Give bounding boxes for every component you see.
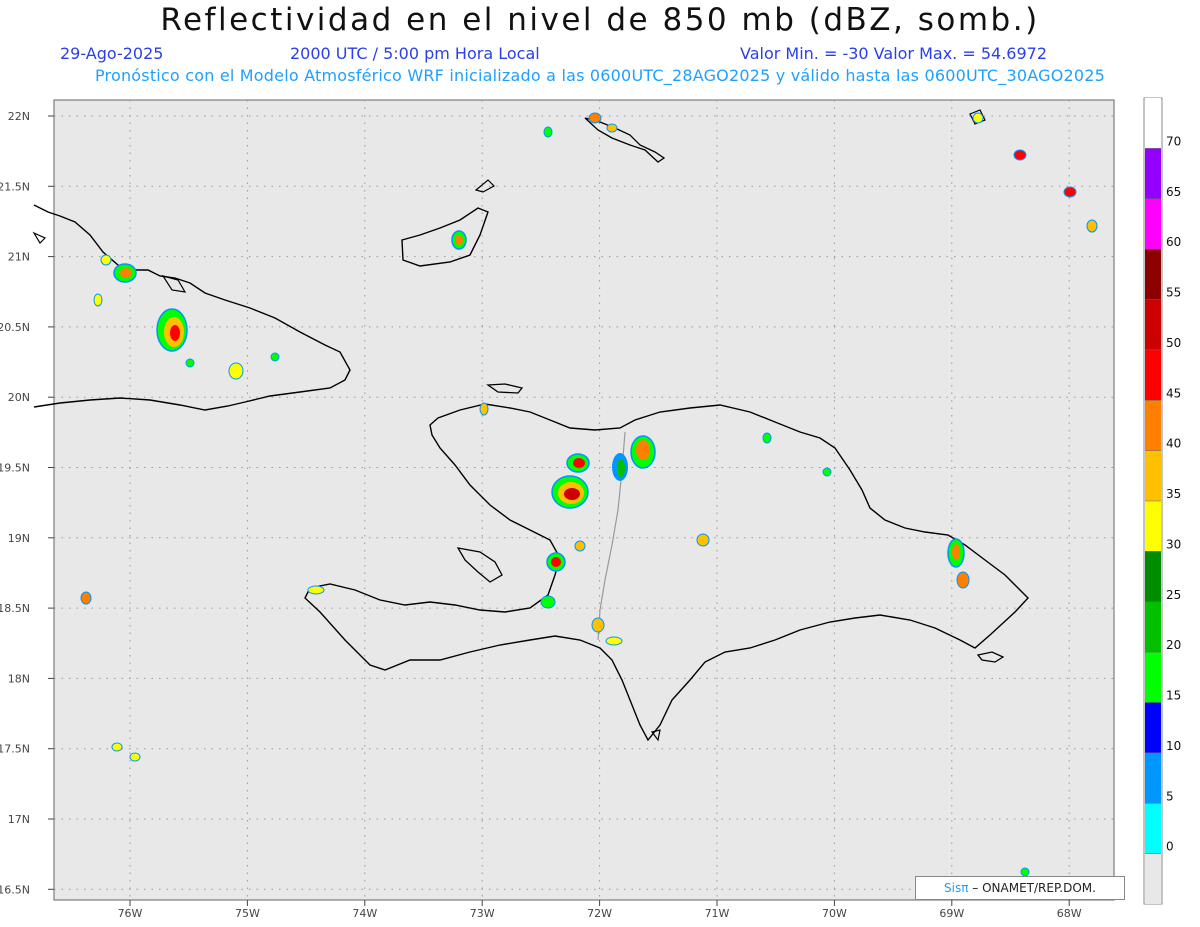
lon-label: 70W <box>822 907 847 920</box>
colorbar-segment <box>1145 702 1161 753</box>
colorbar-segment <box>1145 249 1161 300</box>
lat-label: 20N <box>8 391 30 404</box>
lon-label: 75W <box>235 907 260 920</box>
lat-label: 19N <box>8 532 30 545</box>
colorbar-segment <box>1145 501 1161 552</box>
colorbar: 7065605550454035302520151050 <box>1145 98 1181 904</box>
cuba-islet <box>32 231 47 244</box>
credit-box: Sisπ – ONAMET/REP.DOM. <box>915 876 1125 900</box>
colorbar-segment <box>1145 853 1161 904</box>
colorbar-label: 5 <box>1166 789 1174 803</box>
lon-label: 69W <box>939 907 964 920</box>
colorbar-segment <box>1145 299 1161 350</box>
colorbar-label: 55 <box>1166 286 1181 300</box>
colorbar-label: 60 <box>1166 235 1181 249</box>
colorbar-segment <box>1145 652 1161 703</box>
lon-label: 74W <box>352 907 377 920</box>
colorbar-label: 25 <box>1166 588 1181 602</box>
colorbar-label: 70 <box>1166 134 1181 148</box>
colorbar-label: 35 <box>1166 487 1181 501</box>
colorbar-segment <box>1145 400 1161 451</box>
colorbar-segment <box>1145 450 1161 501</box>
colorbar-segment <box>1145 148 1161 199</box>
lat-label: 21.5N <box>0 180 30 193</box>
lat-label: 22N <box>8 110 30 123</box>
colorbar-label: 0 <box>1166 840 1174 854</box>
lat-label: 19.5N <box>0 462 30 475</box>
sispi-logo: Sisπ <box>944 881 969 895</box>
lat-label: 18.5N <box>0 602 30 615</box>
colorbar-label: 15 <box>1166 689 1181 703</box>
colorbar-segment <box>1145 803 1161 854</box>
colorbar-label: 20 <box>1166 638 1181 652</box>
credit-text: – ONAMET/REP.DOM. <box>972 881 1096 895</box>
lat-label: 17N <box>8 813 30 826</box>
reflectivity-map: 22N 21.5N 21N 20.5N 20N 19.5N 19N 18.5N 18N 17.5N… <box>0 97 1181 920</box>
colorbar-label: 45 <box>1166 386 1181 400</box>
colorbar-label: 50 <box>1166 336 1181 350</box>
colorbar-label: 10 <box>1166 739 1181 753</box>
lon-label: 68W <box>1057 907 1082 920</box>
lat-label: 20.5N <box>0 321 30 334</box>
colorbar-segment <box>1145 98 1161 149</box>
lat-label: 18N <box>8 672 30 685</box>
colorbar-label: 40 <box>1166 437 1181 451</box>
colorbar-segment <box>1145 601 1161 653</box>
colorbar-segment <box>1145 198 1161 250</box>
colorbar-segment <box>1145 349 1161 401</box>
lon-label: 72W <box>587 907 612 920</box>
lat-label: 16.5N <box>0 883 30 896</box>
lon-label: 71W <box>705 907 730 920</box>
lon-label: 76W <box>118 907 143 920</box>
colorbar-label: 30 <box>1166 537 1181 551</box>
colorbar-segment <box>1145 752 1161 804</box>
lon-label: 73W <box>470 907 495 920</box>
colorbar-label: 65 <box>1166 185 1181 199</box>
lat-label: 17.5N <box>0 743 30 756</box>
lat-label: 21N <box>8 251 30 264</box>
colorbar-segment <box>1145 551 1161 602</box>
